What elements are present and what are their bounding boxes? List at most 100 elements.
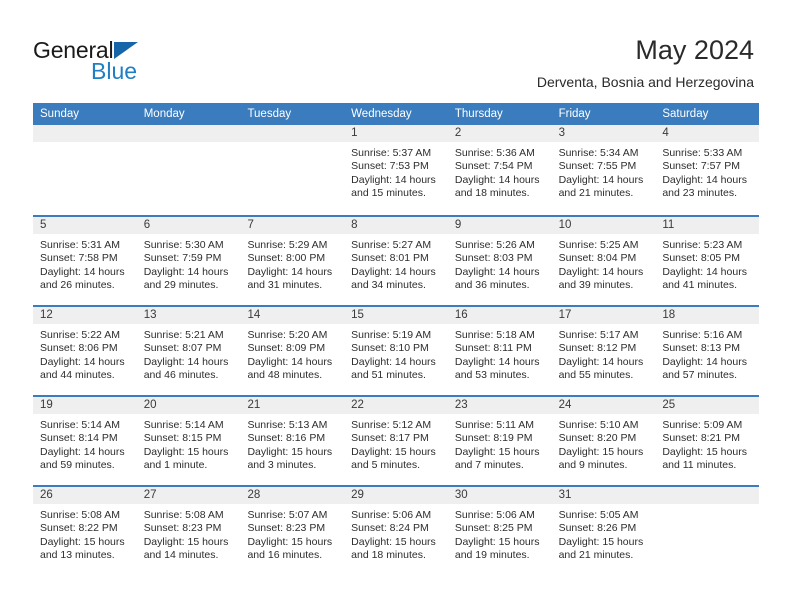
day-detail-line: Sunrise: 5:13 AM — [247, 419, 328, 431]
day-number: 25 — [655, 397, 760, 414]
day-number: 2 — [447, 125, 552, 142]
title-block: May 2024 Derventa, Bosnia and Herzegovin… — [537, 34, 754, 91]
day-cell-7[interactable]: 7 Sunrise: 5:29 AM Sunset: 8:00 PM Daylight… — [240, 217, 345, 305]
day-cell-24[interactable]: 24 Sunrise: 5:10 AM Sunset: 8:20 PM Dayligh… — [551, 397, 656, 485]
day-cell-16[interactable]: 16 Sunrise: 5:18 AM Sunset: 8:11 PM Dayligh… — [447, 307, 552, 395]
calendar-page: General Blue May 2024 Derventa, Bosnia a… — [0, 0, 792, 612]
day-cell-1[interactable]: 1 Sunrise: 5:37 AM Sunset: 7:53 PM Daylight… — [344, 125, 448, 215]
day-cell-2[interactable]: 2 Sunrise: 5:36 AM Sunset: 7:54 PM Daylight… — [447, 125, 552, 215]
day-cell-19[interactable]: 19 Sunrise: 5:14 AM Sunset: 8:14 PM Dayligh… — [33, 397, 137, 485]
day-detail-line: and 7 minutes. — [454, 459, 524, 472]
day-detail-line: and 14 minutes. — [143, 549, 219, 562]
weekday-header-wednesday: Wednesday — [351, 108, 412, 120]
day-number: 3 — [551, 125, 656, 142]
day-detail-line: Daylight: 15 hours — [40, 535, 125, 548]
day-details: Sunrise: 5:29 AM Sunset: 8:00 PM Daylight:… — [240, 234, 344, 293]
day-detail-line: and 21 minutes. — [558, 187, 634, 200]
day-number: 29 — [344, 487, 448, 504]
day-detail-line: Sunrise: 5:37 AM — [351, 147, 432, 159]
day-cell-29[interactable]: 29 Sunrise: 5:06 AM Sunset: 8:24 PM Dayligh… — [344, 487, 448, 575]
day-detail-line: Sunrise: 5:29 AM — [247, 239, 328, 251]
day-cell-22[interactable]: 22 Sunrise: 5:12 AM Sunset: 8:17 PM Dayligh… — [344, 397, 448, 485]
day-detail-line: Sunrise: 5:20 AM — [247, 329, 328, 341]
day-details: Sunrise: 5:20 AM Sunset: 8:09 PM Daylight:… — [240, 324, 344, 383]
day-detail-line: Sunset: 8:23 PM — [143, 522, 222, 535]
day-cell-5[interactable]: 5 Sunrise: 5:31 AM Sunset: 7:58 PM Daylight… — [33, 217, 137, 305]
day-cell-6[interactable]: 6 Sunrise: 5:30 AM Sunset: 7:59 PM Daylight… — [136, 217, 241, 305]
day-detail-line: Sunrise: 5:30 AM — [143, 239, 224, 251]
day-detail-line: Daylight: 15 hours — [351, 445, 436, 458]
day-number: 13 — [136, 307, 241, 324]
day-detail-line: Sunset: 7:53 PM — [351, 160, 429, 173]
day-detail-line: Sunrise: 5:11 AM — [454, 419, 535, 431]
day-cell-30[interactable]: 30 Sunrise: 5:06 AM Sunset: 8:25 PM Dayligh… — [447, 487, 552, 575]
day-detail-line: Daylight: 14 hours — [558, 173, 644, 186]
day-cell-27[interactable]: 27 Sunrise: 5:08 AM Sunset: 8:23 PM Dayligh… — [136, 487, 241, 575]
weekday-header-friday: Friday — [558, 108, 591, 120]
day-cell-11[interactable]: 11 Sunrise: 5:23 AM Sunset: 8:05 PM Dayligh… — [655, 217, 760, 305]
day-detail-line: Daylight: 14 hours — [143, 355, 229, 368]
day-cell-9[interactable]: 9 Sunrise: 5:26 AM Sunset: 8:03 PM Daylight… — [447, 217, 552, 305]
day-detail-line: Sunset: 8:03 PM — [454, 252, 533, 265]
logo[interactable]: General Blue — [33, 38, 233, 86]
day-number: 17 — [551, 307, 656, 324]
day-cell-25[interactable]: 25 Sunrise: 5:09 AM Sunset: 8:21 PM Dayligh… — [655, 397, 760, 485]
day-detail-line: Sunset: 8:21 PM — [662, 432, 740, 445]
day-cell-3[interactable]: 3 Sunrise: 5:34 AM Sunset: 7:55 PM Daylight… — [551, 125, 656, 215]
day-cell-20[interactable]: 20 Sunrise: 5:14 AM Sunset: 8:15 PM Dayligh… — [136, 397, 241, 485]
day-details: Sunrise: 5:27 AM Sunset: 8:01 PM Daylight:… — [344, 234, 448, 293]
day-cell-26[interactable]: 26 Sunrise: 5:08 AM Sunset: 8:22 PM Dayligh… — [33, 487, 137, 575]
day-detail-line: Sunset: 8:09 PM — [247, 342, 326, 355]
day-number: 30 — [447, 487, 552, 504]
day-cell-8[interactable]: 8 Sunrise: 5:27 AM Sunset: 8:01 PM Daylight… — [344, 217, 448, 305]
day-cell-31[interactable]: 31 Sunrise: 5:05 AM Sunset: 8:26 PM Dayligh… — [551, 487, 656, 575]
day-detail-line: Sunset: 8:15 PM — [143, 432, 222, 445]
day-cell-15[interactable]: 15 Sunrise: 5:19 AM Sunset: 8:10 PM Dayligh… — [344, 307, 448, 395]
day-details — [33, 142, 137, 147]
day-detail-line: Sunset: 7:55 PM — [558, 160, 637, 173]
day-cell-18[interactable]: 18 Sunrise: 5:16 AM Sunset: 8:13 PM Dayligh… — [655, 307, 760, 395]
day-number: 9 — [447, 217, 552, 234]
day-detail-line: Sunrise: 5:31 AM — [40, 239, 120, 251]
day-detail-line: and 36 minutes. — [454, 279, 530, 292]
day-detail-line: Sunset: 8:20 PM — [558, 432, 637, 445]
day-detail-line: Sunset: 8:05 PM — [662, 252, 740, 265]
day-details — [137, 142, 241, 147]
calendar-week-row: 12 Sunrise: 5:22 AM Sunset: 8:06 PM Dayligh… — [33, 305, 760, 395]
day-number: 11 — [655, 217, 760, 234]
day-number: 1 — [344, 125, 448, 142]
day-detail-line: Sunrise: 5:06 AM — [351, 509, 432, 521]
day-details: Sunrise: 5:11 AM Sunset: 8:19 PM Daylight:… — [448, 414, 552, 473]
day-detail-line: Daylight: 15 hours — [143, 535, 229, 548]
day-detail-line: and 46 minutes. — [143, 369, 219, 382]
day-detail-line: Sunset: 7:58 PM — [40, 252, 118, 265]
day-details: Sunrise: 5:10 AM Sunset: 8:20 PM Daylight:… — [552, 414, 656, 473]
day-cell-21[interactable]: 21 Sunrise: 5:13 AM Sunset: 8:16 PM Dayligh… — [240, 397, 345, 485]
day-details: Sunrise: 5:08 AM Sunset: 8:22 PM Daylight:… — [33, 504, 137, 563]
day-number: 8 — [344, 217, 448, 234]
day-cell-empty — [240, 125, 345, 215]
day-details: Sunrise: 5:36 AM Sunset: 7:54 PM Daylight:… — [448, 142, 552, 201]
day-cell-23[interactable]: 23 Sunrise: 5:11 AM Sunset: 8:19 PM Dayligh… — [447, 397, 552, 485]
day-cell-13[interactable]: 13 Sunrise: 5:21 AM Sunset: 8:07 PM Dayligh… — [136, 307, 241, 395]
weekday-header-thursday: Thursday — [454, 108, 503, 120]
day-detail-line: Sunset: 7:54 PM — [454, 160, 533, 173]
day-cell-28[interactable]: 28 Sunrise: 5:07 AM Sunset: 8:23 PM Dayligh… — [240, 487, 345, 575]
weekday-header-tuesday: Tuesday — [247, 108, 292, 120]
day-detail-line: Sunrise: 5:06 AM — [454, 509, 535, 521]
day-details: Sunrise: 5:34 AM Sunset: 7:55 PM Daylight:… — [552, 142, 656, 201]
day-cell-4[interactable]: 4 Sunrise: 5:33 AM Sunset: 7:57 PM Daylight… — [655, 125, 760, 215]
day-detail-line: Daylight: 14 hours — [143, 265, 229, 278]
day-details — [655, 504, 759, 509]
day-detail-line: Sunrise: 5:33 AM — [662, 147, 743, 159]
day-detail-line: Sunset: 7:59 PM — [143, 252, 222, 265]
day-details: Sunrise: 5:09 AM Sunset: 8:21 PM Daylight:… — [655, 414, 759, 473]
day-detail-line: Daylight: 14 hours — [662, 355, 747, 368]
weekday-header-saturday: Saturday — [662, 108, 709, 120]
day-detail-line: Daylight: 14 hours — [454, 265, 540, 278]
day-cell-17[interactable]: 17 Sunrise: 5:17 AM Sunset: 8:12 PM Dayligh… — [551, 307, 656, 395]
day-cell-10[interactable]: 10 Sunrise: 5:25 AM Sunset: 8:04 PM Dayligh… — [551, 217, 656, 305]
day-cell-14[interactable]: 14 Sunrise: 5:20 AM Sunset: 8:09 PM Dayligh… — [240, 307, 345, 395]
day-cell-12[interactable]: 12 Sunrise: 5:22 AM Sunset: 8:06 PM Dayligh… — [33, 307, 137, 395]
day-detail-line: and 1 minute. — [143, 459, 208, 472]
